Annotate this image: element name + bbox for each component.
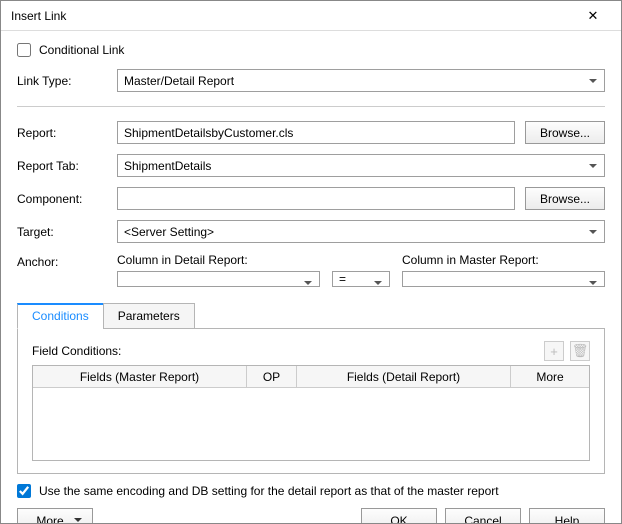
field-conditions-header: Field Conditions: + 🗑 [32,341,590,361]
report-tab-row: Report Tab: ShipmentDetails [17,154,605,177]
anchor-detail-select[interactable] [117,271,320,287]
component-label: Component: [17,192,117,206]
report-browse-button[interactable]: Browse... [525,121,605,144]
target-label: Target: [17,225,117,239]
target-value: <Server Setting> [124,225,214,239]
delete-condition-button[interactable]: 🗑 [570,341,590,361]
grid-header: Fields (Master Report) OP Fields (Detail… [33,366,589,388]
report-value: ShipmentDetailsbyCustomer.cls [124,126,293,140]
anchor-op-value: = [339,272,346,286]
report-tab-select[interactable]: ShipmentDetails [117,154,605,177]
link-type-label: Link Type: [17,74,117,88]
window-title: Insert Link [11,9,66,23]
anchor-op-select[interactable]: = [332,271,390,287]
grid-body[interactable] [33,388,589,460]
component-browse-button[interactable]: Browse... [525,187,605,210]
encoding-label: Use the same encoding and DB setting for… [39,484,499,498]
field-conditions-label: Field Conditions: [32,344,121,358]
dialog-content: Conditional Link Link Type: Master/Detai… [1,31,621,523]
link-type-row: Link Type: Master/Detail Report [17,69,605,92]
conditional-link-label: Conditional Link [39,43,124,57]
conditional-link-checkbox[interactable] [17,43,31,57]
component-input[interactable] [117,187,515,210]
link-type-select[interactable]: Master/Detail Report [117,69,605,92]
trash-icon: 🗑 [572,343,589,359]
report-tab-label: Report Tab: [17,159,117,173]
report-row: Report: ShipmentDetailsbyCustomer.cls Br… [17,121,605,144]
ok-button[interactable]: OK [361,508,437,523]
close-button[interactable]: ✕ [573,2,613,30]
titlebar: Insert Link ✕ [1,1,621,31]
separator [17,106,605,107]
cancel-button[interactable]: Cancel [445,508,521,523]
plus-icon: + [550,344,558,359]
anchor-detail-label: Column in Detail Report: [117,253,320,267]
tab-conditions[interactable]: Conditions [17,303,104,329]
conditions-panel: Field Conditions: + 🗑 Fields (Master Rep… [17,328,605,474]
col-op: OP [247,366,297,388]
target-select[interactable]: <Server Setting> [117,220,605,243]
anchor-master-select[interactable] [402,271,605,287]
link-type-value: Master/Detail Report [124,74,234,88]
anchor-label: Anchor: [17,253,117,269]
target-row: Target: <Server Setting> [17,220,605,243]
more-button[interactable]: More [17,508,93,523]
report-label: Report: [17,126,117,140]
tabs: Conditions Parameters [17,303,605,329]
col-fields-detail: Fields (Detail Report) [297,366,511,388]
anchor-row: Anchor: Column in Detail Report: = Colum… [17,253,605,287]
encoding-checkbox[interactable] [17,484,31,498]
footer-buttons: More OK Cancel Help [17,508,605,523]
add-condition-button[interactable]: + [544,341,564,361]
encoding-row: Use the same encoding and DB setting for… [17,484,605,498]
conditional-link-row: Conditional Link [17,43,605,57]
tab-parameters[interactable]: Parameters [103,303,195,329]
report-tab-value: ShipmentDetails [124,159,211,173]
anchor-master-label: Column in Master Report: [402,253,605,267]
report-input[interactable]: ShipmentDetailsbyCustomer.cls [117,121,515,144]
help-button[interactable]: Help [529,508,605,523]
component-row: Component: Browse... [17,187,605,210]
col-fields-master: Fields (Master Report) [33,366,247,388]
field-conditions-grid: Fields (Master Report) OP Fields (Detail… [32,365,590,461]
col-more: More [511,366,589,388]
anchor-op-spacer [332,253,390,267]
